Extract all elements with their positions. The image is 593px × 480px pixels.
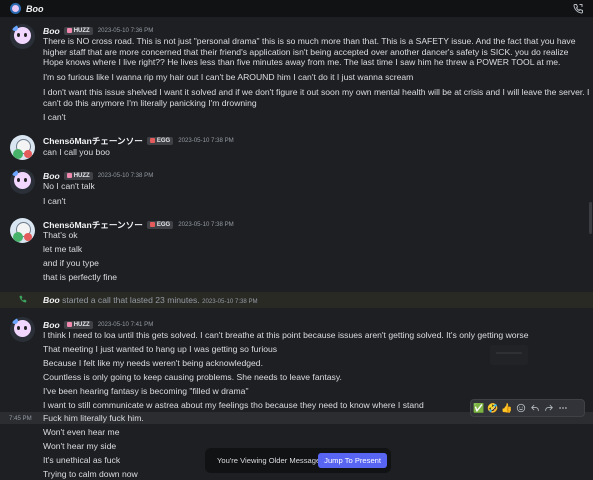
avatar[interactable] <box>10 24 35 49</box>
heart-icon <box>66 322 72 327</box>
avatar[interactable] <box>10 169 35 194</box>
message-text: let me talk <box>43 244 83 254</box>
avatar[interactable] <box>10 317 35 342</box>
reaction-thumbs-up[interactable]: 👍 <box>501 402 513 414</box>
role-badge: HUZZ <box>63 26 93 35</box>
message-text: can I call you boo <box>43 147 110 157</box>
message-text: No I can't talk <box>43 181 95 191</box>
jump-to-present-button[interactable]: Jump To Present <box>318 453 387 468</box>
caller-name[interactable]: Boo <box>43 295 60 305</box>
timestamp: 2023-05-10 7:38 PM <box>178 137 234 144</box>
hover-timestamp: 7:45 PM <box>9 415 32 422</box>
author-name[interactable]: ChensōManチェーンソー <box>43 219 143 231</box>
message-text: Won't even hear me <box>43 427 120 437</box>
timestamp: 2023-05-10 7:41 PM <box>97 321 154 328</box>
message-text: I think I need to loa until this gets so… <box>43 330 529 340</box>
message-list[interactable]: Boo HUZZ 2023-05-10 7:36 PM There is NO … <box>0 17 593 480</box>
author-name[interactable]: Boo <box>43 320 60 330</box>
message-text: I can't <box>43 196 66 206</box>
message-text: and if you type <box>43 258 99 268</box>
author-name[interactable]: Boo <box>43 171 60 181</box>
add-reaction-icon[interactable] <box>515 402 527 414</box>
message-header: ChensōManチェーンソー EGG 2023-05-10 7:38 PM <box>43 135 234 146</box>
channel-avatar <box>10 3 21 14</box>
message-text: That's ok <box>43 230 78 240</box>
call-text: started a call that lasted 23 minutes. <box>59 295 200 305</box>
older-messages-text: You're Viewing Older Messages <box>217 456 324 465</box>
more-options-icon[interactable] <box>557 402 569 414</box>
avatar[interactable] <box>10 218 35 243</box>
message-text: There is NO cross road. This is not just… <box>43 36 576 68</box>
message-header: ChensōManチェーンソー EGG 2023-05-10 7:38 PM <box>43 219 234 230</box>
message-text: I'm so furious like I wanna rip my hair … <box>43 72 414 82</box>
phone-icon <box>19 295 27 303</box>
start-call-icon[interactable] <box>572 3 584 15</box>
timestamp: 2023-05-10 7:38 PM <box>202 298 258 305</box>
channel-title: Boo <box>26 3 44 14</box>
message-text: I don't want this issue shelved I want i… <box>43 87 590 108</box>
call-system-message: Boo started a call that lasted 23 minute… <box>0 292 593 308</box>
forward-icon[interactable] <box>543 402 555 414</box>
role-badge: EGG <box>146 136 174 145</box>
role-badge: HUZZ <box>63 171 93 180</box>
reaction-laugh[interactable]: 🤣 <box>487 402 499 414</box>
reaction-check[interactable]: ✅ <box>473 402 485 414</box>
message-text: I can't <box>43 112 66 122</box>
author-name[interactable]: ChensōManチェーンソー <box>43 135 143 147</box>
timestamp: 2023-05-10 7:38 PM <box>97 172 154 179</box>
message-header: Boo HUZZ 2023-05-10 7:38 PM <box>43 170 153 181</box>
older-messages-banner: You're Viewing Older Messages Jump To Pr… <box>205 448 391 473</box>
message-text: Countless is only going to keep causing … <box>43 372 342 382</box>
avatar[interactable] <box>10 135 35 160</box>
reply-icon[interactable] <box>529 402 541 414</box>
message-action-bar: ✅ 🤣 👍 <box>470 399 585 417</box>
message-header: Boo HUZZ 2023-05-10 7:41 PM <box>43 319 153 330</box>
egg-icon <box>149 138 155 143</box>
message-text: that is perfectly fine <box>43 272 118 282</box>
egg-icon <box>149 222 155 227</box>
message-text: I've been hearing fantasy is becoming "f… <box>43 386 249 396</box>
heart-icon <box>66 173 72 178</box>
message-text: Because I felt like my needs weren't bei… <box>43 358 263 368</box>
heart-icon <box>66 28 72 33</box>
message-header: Boo HUZZ 2023-05-10 7:36 PM <box>43 25 153 36</box>
message-text: That meeting I just wanted to hang up I … <box>43 344 278 354</box>
timestamp: 2023-05-10 7:38 PM <box>178 221 234 228</box>
title-bar: Boo <box>0 0 593 17</box>
timestamp: 2023-05-10 7:36 PM <box>97 27 154 34</box>
author-name[interactable]: Boo <box>43 26 60 36</box>
role-badge: EGG <box>146 220 174 229</box>
role-badge: HUZZ <box>63 320 93 329</box>
